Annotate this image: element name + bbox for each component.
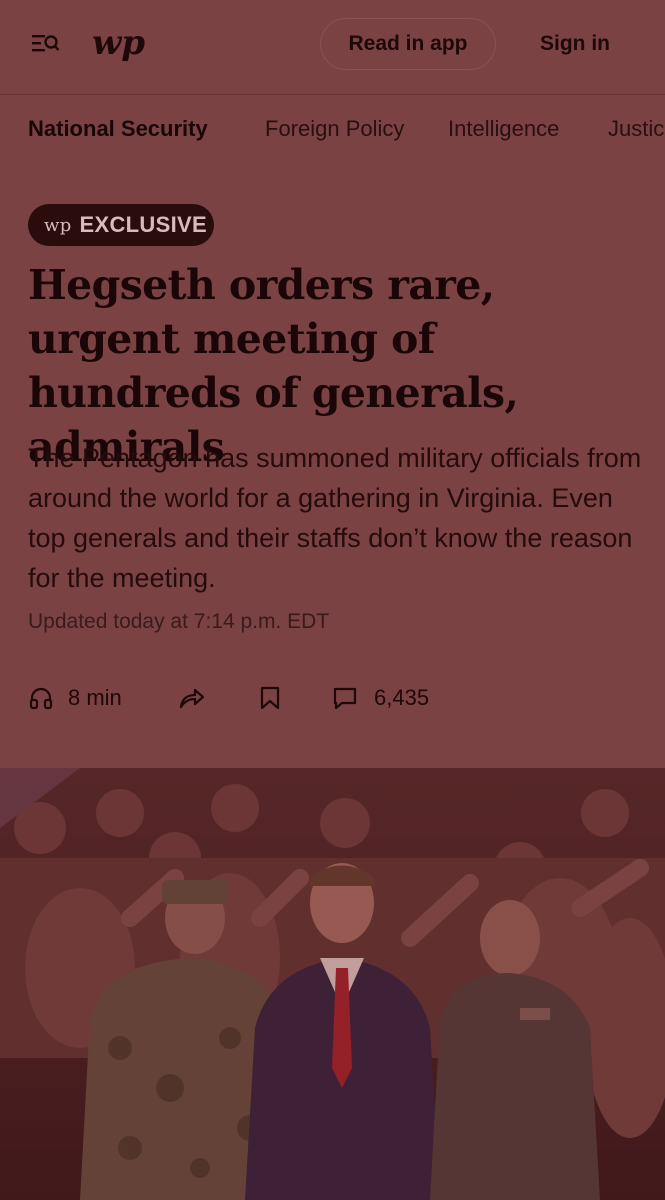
share-icon xyxy=(178,685,206,711)
logo-text: wp xyxy=(92,23,145,63)
exclusive-badge: wp EXCLUSIVE xyxy=(28,204,214,246)
article-hero-photo[interactable] xyxy=(0,768,665,1200)
comment-count: 6,435 xyxy=(374,685,430,710)
subnav-item-national-security[interactable]: National Security xyxy=(28,116,208,142)
section-subnav: National Security Foreign Policy Intelli… xyxy=(0,96,665,164)
read-in-app-button[interactable]: Read in app xyxy=(320,18,496,70)
subnav-item-intelligence[interactable]: Intelligence xyxy=(448,116,559,142)
menu-search-icon[interactable] xyxy=(30,30,60,58)
comments-button[interactable]: 6,435 xyxy=(332,676,429,720)
bookmark-icon xyxy=(258,685,282,711)
share-button[interactable] xyxy=(178,676,206,720)
subnav-item-justice[interactable]: Justice xyxy=(608,116,665,142)
badge-logo: wp xyxy=(44,214,72,236)
badge-label: EXCLUSIVE xyxy=(79,212,207,237)
comment-icon xyxy=(332,685,358,711)
headphones-icon xyxy=(28,685,54,711)
subnav-item-foreign-policy[interactable]: Foreign Policy xyxy=(265,116,404,142)
washington-post-logo[interactable]: wp xyxy=(90,18,146,70)
article-actions: 8 min 6,435 xyxy=(28,676,648,720)
photo-illustration xyxy=(0,768,665,1200)
listen-time: 8 min xyxy=(68,685,122,710)
top-header: wp Read in app Sign in xyxy=(0,0,665,95)
save-button[interactable] xyxy=(258,676,282,720)
sign-in-button[interactable]: Sign in xyxy=(540,18,610,70)
listen-button[interactable]: 8 min xyxy=(28,676,122,720)
article-dek: The Pentagon has summoned military offic… xyxy=(28,443,642,593)
article-updated-timestamp: Updated today at 7:14 p.m. EDT xyxy=(28,610,330,633)
